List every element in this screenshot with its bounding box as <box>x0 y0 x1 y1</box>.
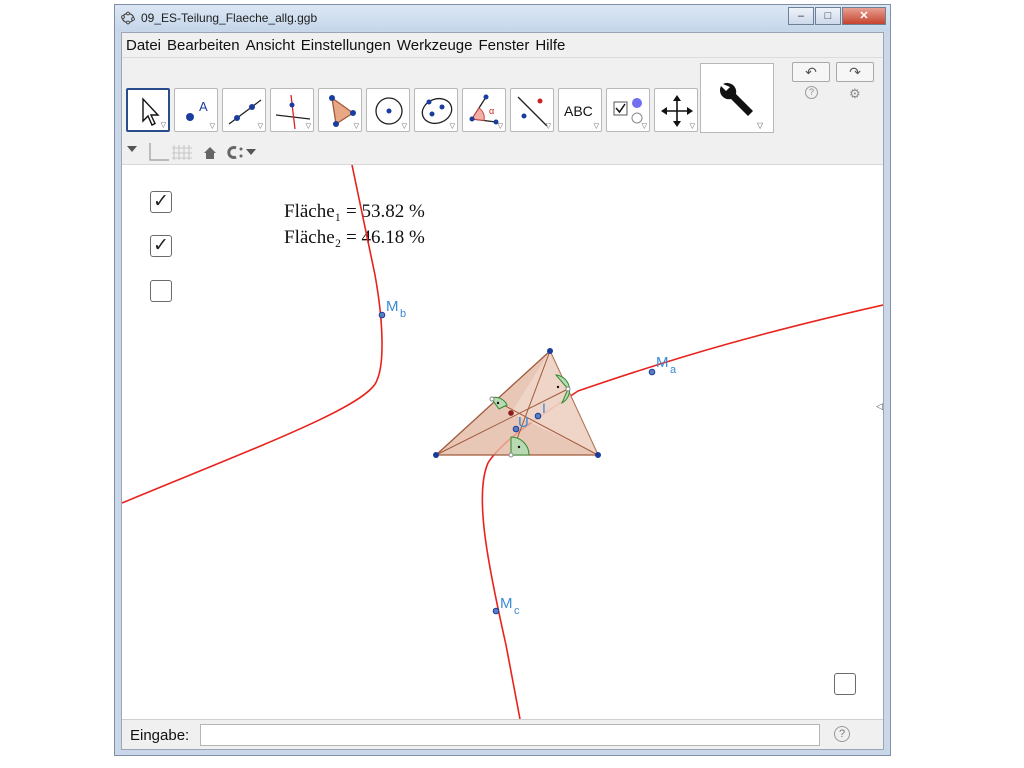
label-mc-sub: c <box>514 605 520 617</box>
hyperbola-branch-left <box>122 165 383 504</box>
input-label: Eingabe: <box>130 727 190 744</box>
move-graphics-view-tool-button[interactable]: ▽ <box>654 88 698 132</box>
wrench-icon: ▽ <box>719 82 764 130</box>
title-bar: 09_ES-Teilung_Flaeche_allg.ggb – □ ✕ <box>115 5 890 31</box>
toggle-stylebar-icon <box>127 146 137 152</box>
toolbar-settings-icon[interactable]: ⚙ <box>849 86 861 102</box>
toolbar: ▽ A ▽ ▽ ▽ ▽ ▽ ▽ α ▽ ▽ ABC ▽ ▽ ▽ ▽ ↶ ↷ ? … <box>122 57 883 139</box>
menu-hilfe[interactable]: Hilfe <box>535 37 565 54</box>
point-mb <box>378 311 386 319</box>
tool-settings-button[interactable]: ▽ <box>700 63 774 133</box>
foot-point-3 <box>489 396 495 402</box>
app-content: Datei Bearbeiten Ansicht Einstellungen W… <box>121 32 884 750</box>
foot-point-1 <box>508 452 514 458</box>
graphics-view[interactable]: ✓ ✓ Fläche₁ = 53.82 % Fläche₂ = 46.18 % <box>122 165 883 719</box>
input-bar: Eingabe: ? <box>122 719 883 749</box>
foot-point-2 <box>565 386 571 392</box>
menu-ansicht[interactable]: Ansicht <box>246 37 295 54</box>
minimize-button[interactable]: – <box>788 7 814 25</box>
checkbox-tool-button[interactable]: ▽ <box>606 88 650 132</box>
menu-werkzeuge[interactable]: Werkzeuge <box>397 37 473 54</box>
vertex-a <box>433 452 439 458</box>
angle-tool-label: α <box>489 106 494 116</box>
input-help-icon[interactable]: ? <box>834 726 850 742</box>
point-capture-icon <box>227 146 237 159</box>
polygon-tool-button[interactable]: ▽ <box>318 88 362 132</box>
home-icon <box>204 147 216 159</box>
line-tool-button[interactable]: ▽ <box>222 88 266 132</box>
reflect-tool-button[interactable]: ▽ <box>510 88 554 132</box>
maximize-button[interactable]: □ <box>815 7 841 25</box>
redo-button[interactable]: ↷ <box>836 62 874 82</box>
vertex-c <box>547 348 553 354</box>
menu-einstellungen[interactable]: Einstellungen <box>301 37 391 54</box>
label-ma-main: M <box>656 354 669 371</box>
label-mb-main: M <box>386 298 399 315</box>
vertex-b <box>595 452 601 458</box>
style-bar <box>122 139 883 165</box>
menu-datei[interactable]: Datei <box>126 37 161 54</box>
menu-bar: Datei Bearbeiten Ansicht Einstellungen W… <box>122 33 883 57</box>
point-mc <box>492 607 500 615</box>
label-ma-sub: a <box>670 364 677 376</box>
label-mc-main: M <box>500 595 513 612</box>
text-tool-label: ABC <box>564 103 593 119</box>
label-u: U <box>518 414 529 431</box>
label-mb-sub: b <box>400 308 406 320</box>
svg-text:▽: ▽ <box>757 121 764 130</box>
point-u <box>508 410 514 416</box>
construction: M b M a M c U I <box>122 165 883 719</box>
point-tool-button[interactable]: A ▽ <box>174 88 218 132</box>
label-i: I <box>542 400 546 416</box>
move-tool-button[interactable]: ▽ <box>126 88 170 132</box>
undo-button[interactable]: ↶ <box>792 62 830 82</box>
menu-bearbeiten[interactable]: Bearbeiten <box>167 37 240 54</box>
close-button[interactable]: ✕ <box>842 7 886 25</box>
conic-tool-button[interactable]: ▽ <box>414 88 458 132</box>
perpendicular-line-tool-button[interactable]: ▽ <box>270 88 314 132</box>
dropdown-arrow-icon <box>246 149 256 155</box>
angle-tool-button[interactable]: α ▽ <box>462 88 506 132</box>
point-tool-label: A <box>199 99 208 114</box>
geogebra-icon <box>121 11 135 25</box>
point-ma <box>648 368 656 376</box>
toolbar-help-icon[interactable]: ? <box>805 86 818 99</box>
text-tool-button[interactable]: ABC ▽ <box>558 88 602 132</box>
menu-fenster[interactable]: Fenster <box>478 37 529 54</box>
grid-icon <box>172 145 192 160</box>
point-i <box>534 412 542 420</box>
window-title: 09_ES-Teilung_Flaeche_allg.ggb <box>141 11 318 25</box>
circle-tool-button[interactable]: ▽ <box>366 88 410 132</box>
input-field[interactable] <box>200 724 820 746</box>
style-bar-icons <box>127 143 256 161</box>
collapse-panel-icon[interactable]: ◁ <box>876 401 883 412</box>
axes-icon <box>149 143 169 161</box>
app-window: 09_ES-Teilung_Flaeche_allg.ggb – □ ✕ Dat… <box>114 4 891 756</box>
